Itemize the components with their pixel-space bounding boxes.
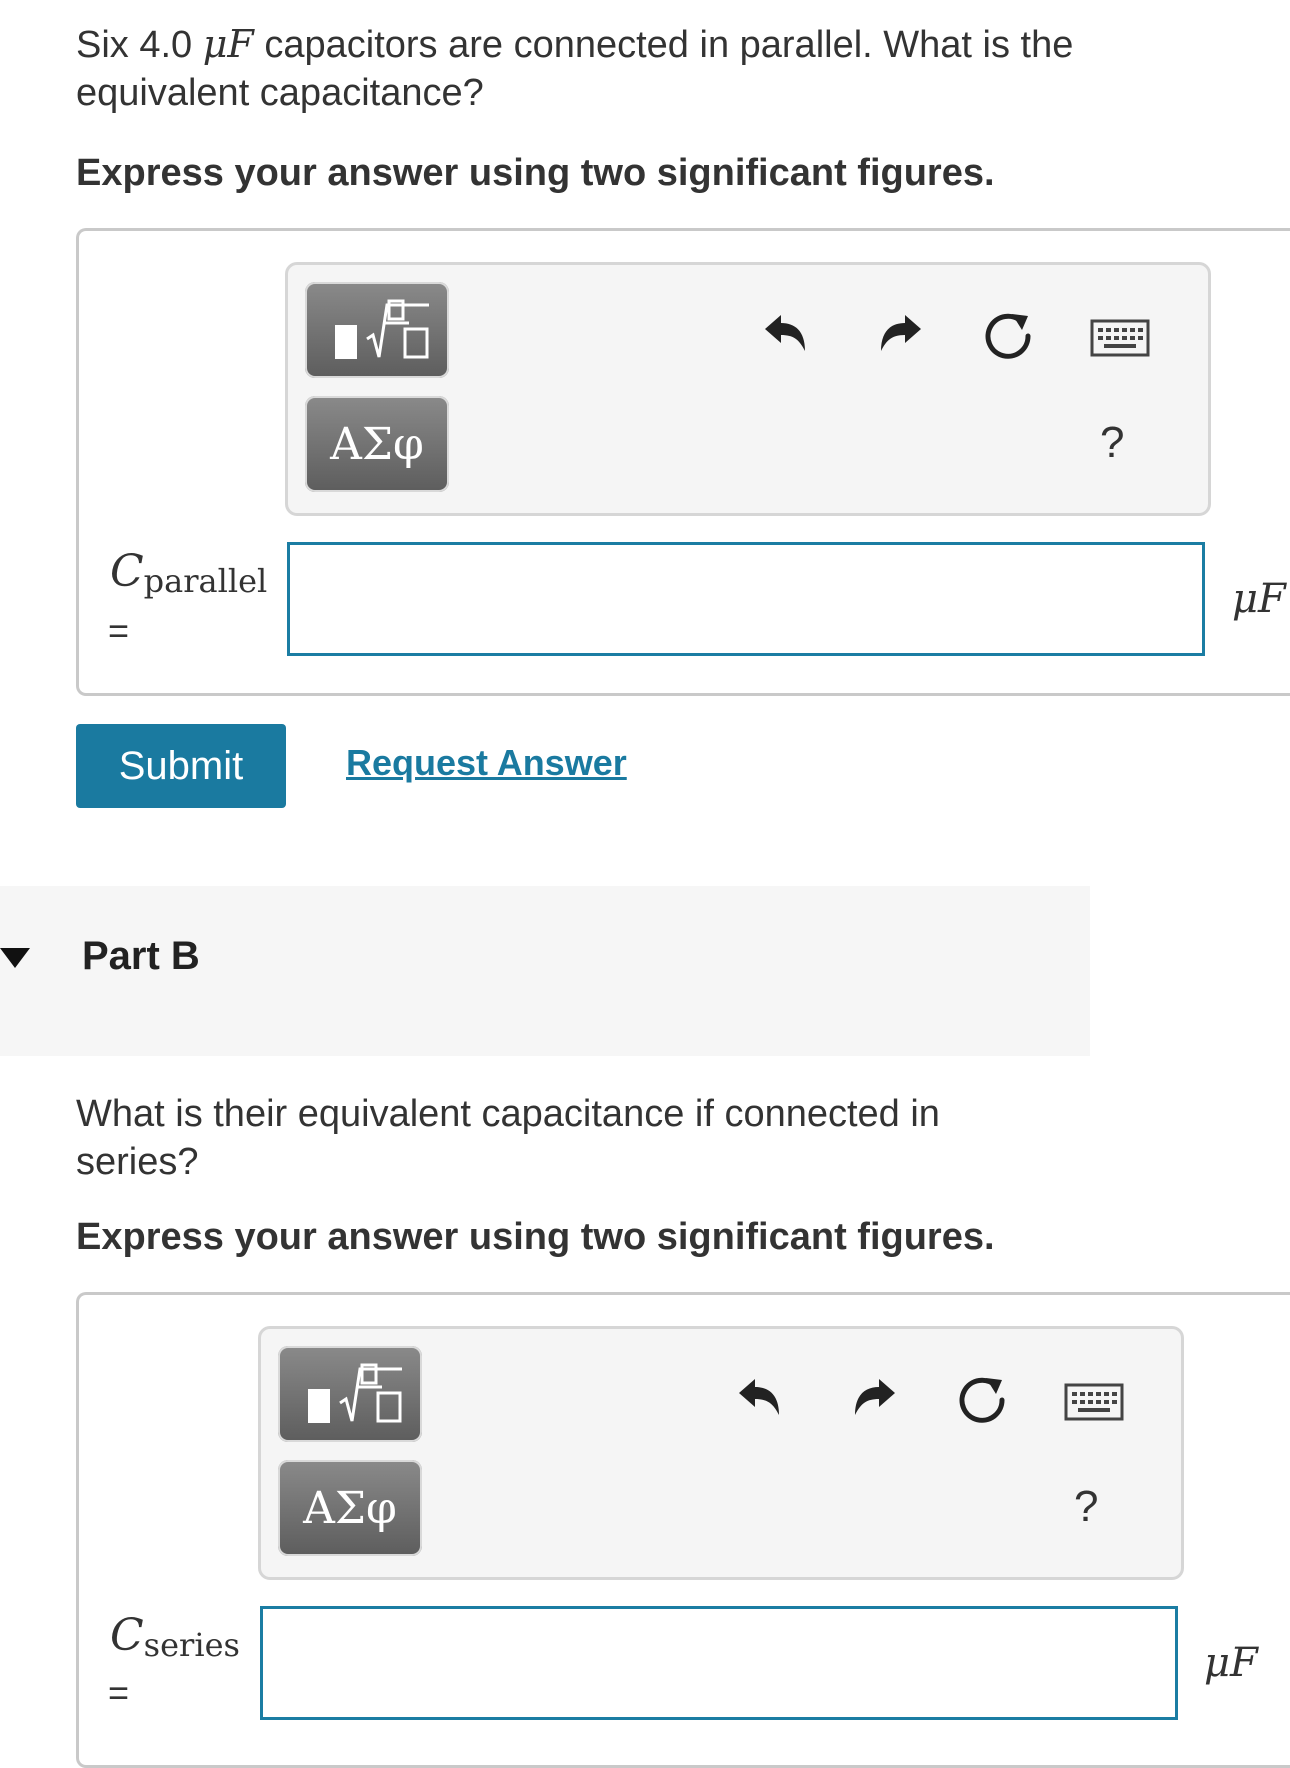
part-a-instruction: Express your answer using two significan… xyxy=(76,152,995,194)
help-icon: ? xyxy=(1100,418,1125,467)
greek-letters-label: ΑΣφ xyxy=(330,418,424,470)
keyboard-button[interactable] xyxy=(1088,316,1152,360)
part-a-answer-input[interactable] xyxy=(287,542,1205,656)
part-b-unit: μF xyxy=(1204,1640,1258,1686)
undo-button[interactable] xyxy=(756,306,816,362)
templates-icon xyxy=(335,299,429,359)
part-b-answer-input[interactable] xyxy=(260,1606,1178,1720)
reset-button[interactable] xyxy=(978,306,1038,362)
part-b-question: What is their equivalent capacitance if … xyxy=(76,1093,940,1183)
redo-icon xyxy=(855,1379,895,1415)
greek-letters-label: ΑΣφ xyxy=(303,1482,397,1534)
templates-button[interactable] xyxy=(278,1346,422,1442)
greek-letters-button[interactable]: ΑΣφ xyxy=(278,1460,422,1556)
greek-letters-button[interactable]: ΑΣφ xyxy=(305,396,449,492)
reset-icon xyxy=(985,313,1031,359)
part-b-equals: = xyxy=(108,1672,130,1713)
help-icon: ? xyxy=(1074,1482,1099,1531)
part-b-instruction: Express your answer using two significan… xyxy=(76,1216,995,1258)
part-b-variable-label: Cseries xyxy=(110,1610,240,1664)
variable-subscript: parallel xyxy=(143,562,268,600)
help-button[interactable]: ? xyxy=(1100,418,1124,468)
variable-symbol: C xyxy=(110,546,144,597)
reset-button[interactable] xyxy=(952,1370,1012,1426)
part-a-unit: μF xyxy=(1232,576,1286,622)
templates-icon xyxy=(308,1363,402,1423)
part-b-title: Part B xyxy=(82,934,200,978)
submit-button[interactable]: Submit xyxy=(76,724,286,808)
variable-symbol: C xyxy=(110,1610,144,1661)
templates-button[interactable] xyxy=(305,282,449,378)
part-a-variable-label: Cparallel xyxy=(110,546,267,600)
keyboard-button[interactable] xyxy=(1062,1380,1126,1424)
redo-button[interactable] xyxy=(844,1370,904,1426)
variable-subscript: series xyxy=(143,1626,240,1664)
redo-button[interactable] xyxy=(870,306,930,362)
question-unit: μF xyxy=(202,22,254,66)
undo-icon xyxy=(739,1379,779,1415)
collapse-triangle-icon[interactable] xyxy=(0,946,30,975)
undo-button[interactable] xyxy=(730,1370,790,1426)
request-answer-link[interactable]: Request Answer xyxy=(346,742,627,784)
question-text-start: Six 4.0 xyxy=(76,24,203,66)
keyboard-icon xyxy=(1064,1383,1124,1421)
reset-icon xyxy=(959,1377,1005,1423)
keyboard-icon xyxy=(1090,319,1150,357)
undo-icon xyxy=(765,315,805,351)
part-a-question: Six 4.0 μF capacitors are connected in p… xyxy=(76,20,1076,117)
help-button[interactable]: ? xyxy=(1074,1482,1098,1532)
part-a-equals: = xyxy=(108,610,130,651)
redo-icon xyxy=(881,315,921,351)
